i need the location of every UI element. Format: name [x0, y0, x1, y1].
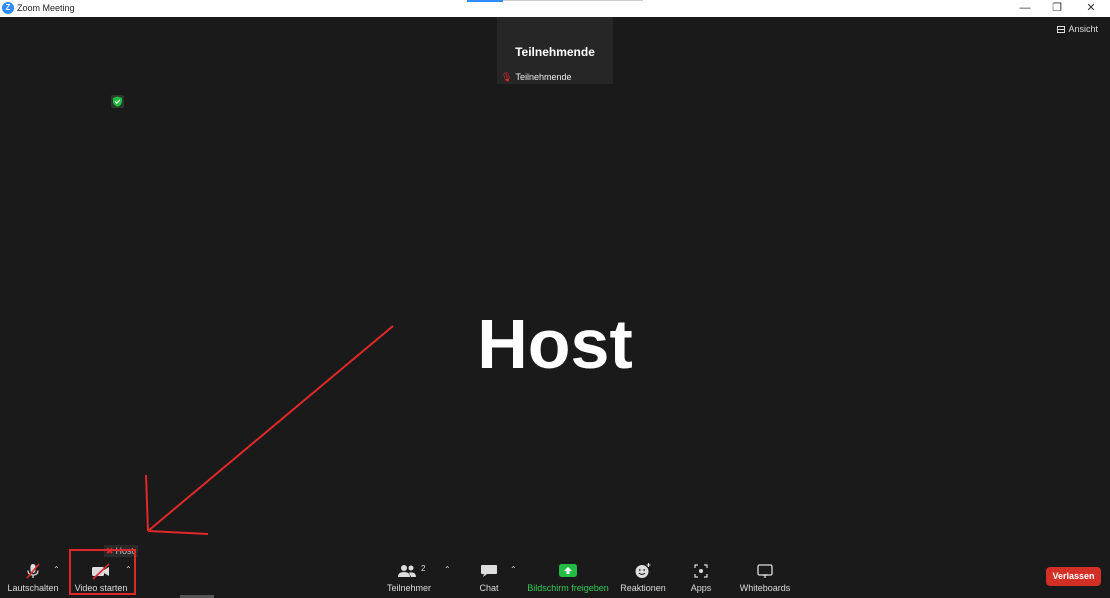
chat-label: Chat [479, 583, 499, 593]
reactions-button[interactable]: Reaktionen [618, 555, 668, 598]
participants-options-caret[interactable]: ⌃ [444, 565, 451, 574]
apps-label: Apps [690, 583, 712, 593]
chat-icon [481, 565, 497, 577]
participants-label: Teilnehmer [386, 583, 432, 593]
meeting-toolbar: Lautschalten ⌃ Video starten ⌃ Teilnehme… [0, 555, 1110, 598]
participant-count: 2 [421, 564, 426, 573]
share-screen-icon [559, 564, 577, 577]
whiteboards-button[interactable]: Whiteboards [736, 555, 794, 598]
muted-mic-icon [26, 563, 40, 579]
chat-button[interactable]: Chat [470, 555, 508, 598]
whiteboards-label: Whiteboards [739, 583, 791, 593]
apps-button[interactable]: Apps [684, 555, 718, 598]
unmute-label: Lautschalten [7, 583, 59, 593]
annotation-highlight-box [69, 549, 136, 595]
participants-button[interactable]: Teilnehmer [382, 555, 436, 598]
unmute-button[interactable]: Lautschalten [4, 555, 62, 598]
reactions-label: Reaktionen [620, 583, 666, 593]
whiteboard-icon [757, 564, 773, 578]
apps-icon [694, 564, 708, 578]
share-screen-label: Bildschirm freigeben [527, 583, 609, 593]
leave-button[interactable]: Verlassen [1046, 567, 1101, 586]
participants-icon [398, 565, 416, 577]
annotation-arrow [145, 325, 394, 535]
smiley-icon [635, 563, 651, 578]
audio-options-caret[interactable]: ⌃ [53, 565, 60, 574]
share-screen-button[interactable]: Bildschirm freigeben [524, 555, 612, 598]
chat-options-caret[interactable]: ⌃ [510, 565, 517, 574]
